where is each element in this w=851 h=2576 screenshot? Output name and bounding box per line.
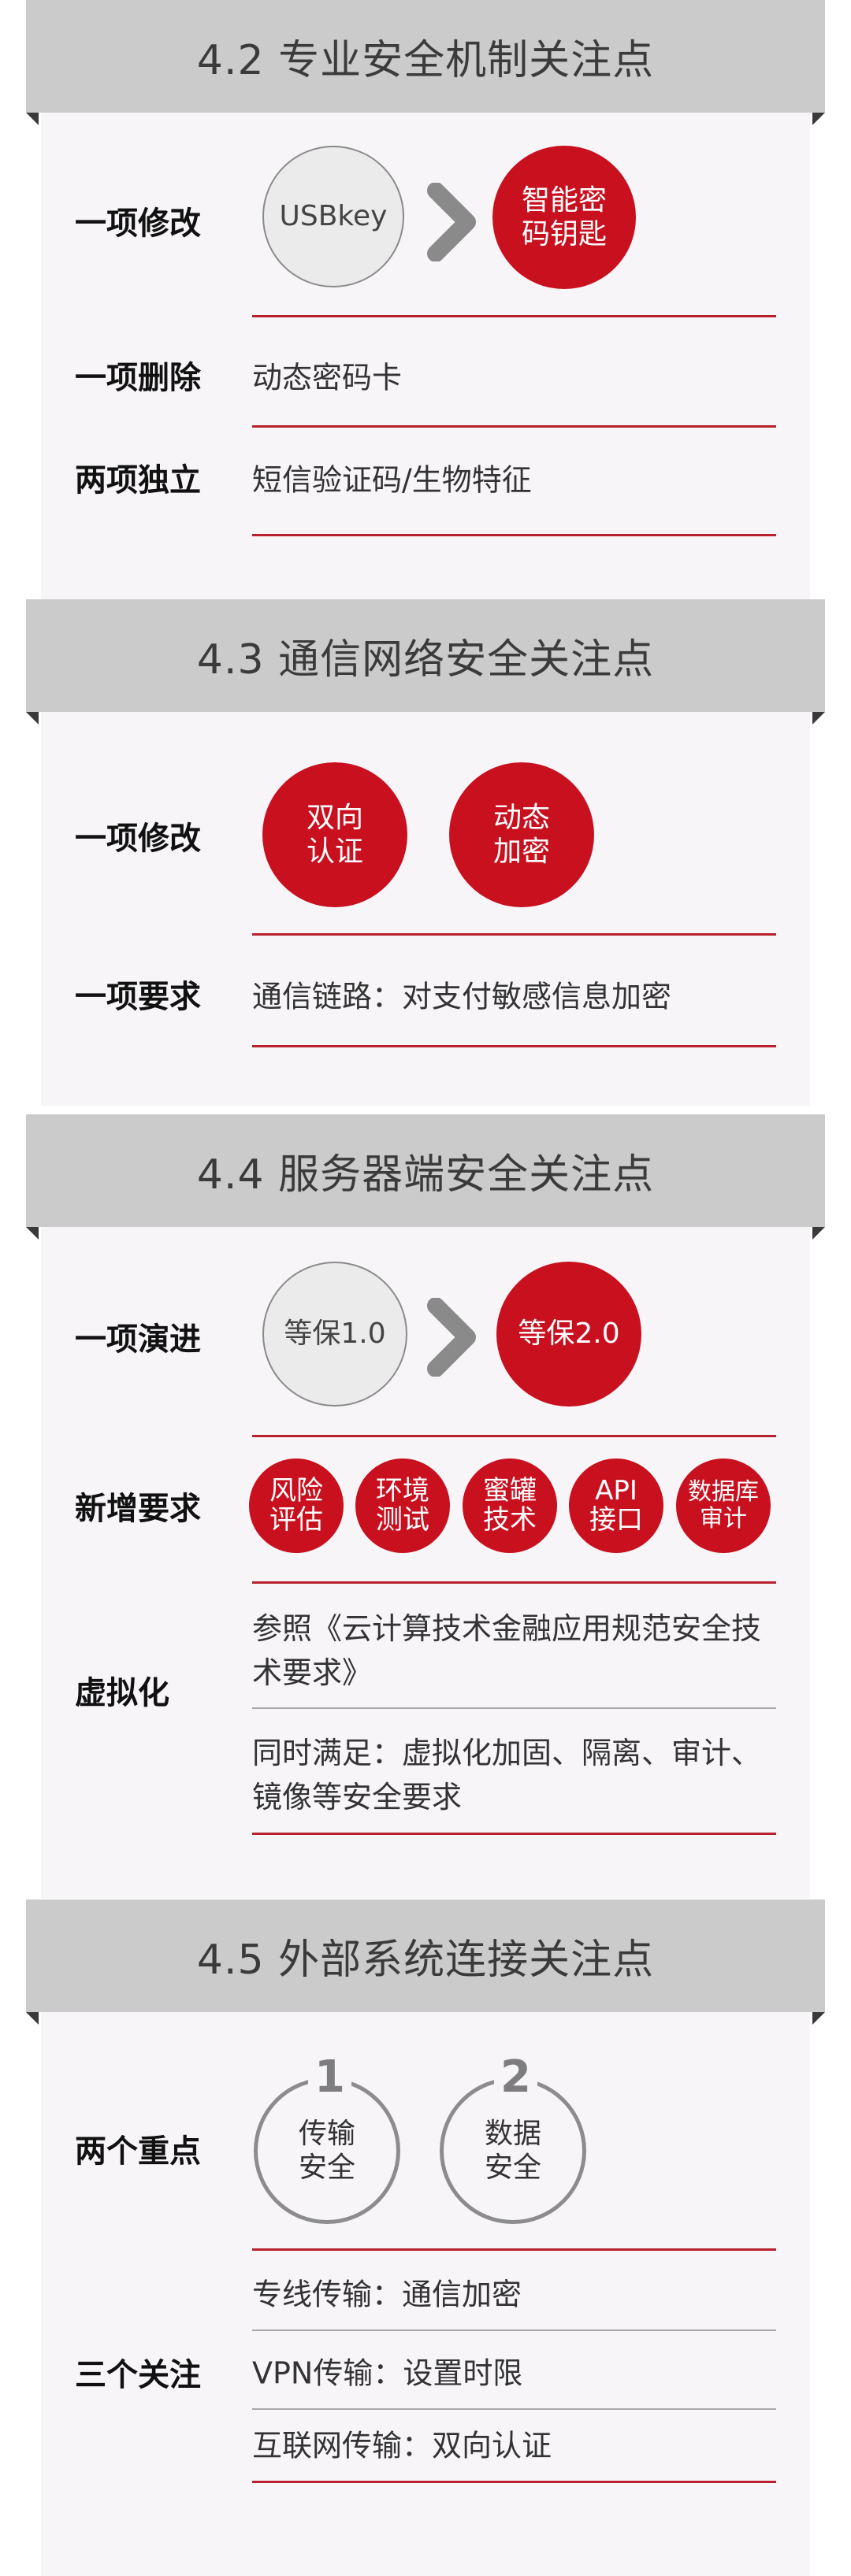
requirement-line-1: 数据库: [688, 1477, 759, 1506]
divider: [252, 1581, 776, 1584]
divider: [252, 2408, 776, 2410]
focus-number: 1: [308, 2055, 351, 2100]
from-label: 等保1.0: [284, 1318, 386, 1351]
divider: [252, 933, 776, 936]
requirement-circle: 风险 评估: [249, 1458, 344, 1553]
dynamic-encrypt-circle: 动态 加密: [449, 762, 594, 907]
divider: [252, 2481, 776, 2483]
section-4-3-header: 4.3 通信网络安全关注点: [26, 599, 825, 725]
delete-text: 动态密码卡: [252, 360, 403, 395]
circle-line-1: 动态: [492, 801, 550, 834]
new-label: 新增要求: [75, 1491, 201, 1527]
to-line-1: 智能密: [521, 183, 607, 217]
section-4-4-header: 4.4 服务器端安全关注点: [26, 1114, 825, 1240]
modify-label: 一项修改: [75, 206, 201, 242]
mutual-auth-circle: 双向 认证: [262, 762, 407, 907]
section-4-2-header: 4.2 专业安全机制关注点: [26, 0, 825, 125]
attention-item: VPN传输：设置时限: [252, 2355, 523, 2391]
section-title: 4.2 专业安全机制关注点: [196, 37, 655, 84]
section-title: 4.5 外部系统连接关注点: [196, 1937, 655, 1984]
focus-number: 2: [494, 2055, 537, 2100]
requirement-line-2: 评估: [269, 1504, 323, 1536]
evolve-label: 一项演进: [75, 1321, 201, 1358]
divider: [252, 2248, 776, 2251]
to-label: 等保2.0: [518, 1318, 620, 1351]
circle-line-1: 双向: [306, 801, 363, 834]
divider: [252, 1707, 776, 1709]
divider: [252, 2330, 776, 2331]
level-1-circle: 等保1.0: [262, 1262, 407, 1407]
virtualization-req-text: 同时满足：虚拟化加固、隔离、审计、镜像等安全要求: [252, 1736, 762, 1814]
section-title: 4.4 服务器端安全关注点: [196, 1151, 655, 1199]
divider: [252, 1045, 776, 1047]
requirement-line-2: 审计: [700, 1505, 747, 1533]
virtualization-ref-text: 参照《云计算技术金融应用规范安全技术要求》: [252, 1611, 762, 1690]
divider: [252, 534, 776, 536]
smart-key-circle: 智能密 码钥匙: [492, 146, 636, 289]
delete-label: 一项删除: [75, 360, 201, 396]
chevron-right-icon: [427, 183, 476, 261]
section-title: 4.3 通信网络安全关注点: [196, 636, 655, 684]
level-2-circle: 等保2.0: [496, 1262, 641, 1407]
require-text: 通信链路：对支付敏感信息加密: [252, 979, 672, 1014]
focus-line-1: 传输: [298, 2117, 355, 2150]
section-4-5-header: 4.5 外部系统连接关注点: [26, 1900, 825, 2025]
attention-label: 三个关注: [75, 2357, 201, 2393]
modify-label: 一项修改: [75, 821, 201, 857]
focus-line-1: 数据: [484, 2117, 541, 2150]
attention-item: 专线传输：通信加密: [252, 2277, 522, 2312]
focus-label: 两个重点: [75, 2133, 201, 2170]
divider: [252, 315, 776, 317]
focus-line-2: 安全: [298, 2152, 355, 2184]
requirement-line-2: 技术: [483, 1504, 537, 1536]
requirement-line-1: API: [595, 1474, 637, 1507]
requirement-circle: API 接口: [569, 1458, 663, 1553]
requirement-circle: 环境 测试: [355, 1458, 450, 1553]
requirement-line-1: 风险: [269, 1474, 323, 1507]
from-label: USBkey: [279, 200, 388, 233]
requirement-circle: 蜜罐 技术: [463, 1458, 557, 1553]
virtualization-label: 虚拟化: [75, 1675, 169, 1711]
circle-line-2: 加密: [492, 836, 550, 868]
requirement-line-1: 环境: [376, 1474, 429, 1507]
divider: [252, 425, 776, 428]
requirement-circle: 数据库 审计: [676, 1458, 771, 1553]
divider: [252, 1435, 776, 1437]
attention-item: 互联网传输：双向认证: [252, 2428, 552, 2463]
to-line-2: 码钥匙: [521, 218, 607, 250]
require-label: 一项要求: [75, 979, 201, 1015]
independent-label: 两项独立: [75, 462, 201, 499]
independent-text: 短信验证码/生物特征: [252, 462, 532, 498]
divider: [252, 1833, 776, 1835]
requirement-line-1: 蜜罐: [483, 1474, 537, 1507]
requirement-line-2: 接口: [589, 1504, 643, 1536]
chevron-right-icon: [427, 1298, 476, 1377]
focus-line-2: 安全: [484, 2152, 541, 2184]
usbkey-circle: USBkey: [262, 146, 404, 287]
circle-line-2: 认证: [306, 836, 363, 868]
requirement-line-2: 测试: [376, 1504, 429, 1536]
